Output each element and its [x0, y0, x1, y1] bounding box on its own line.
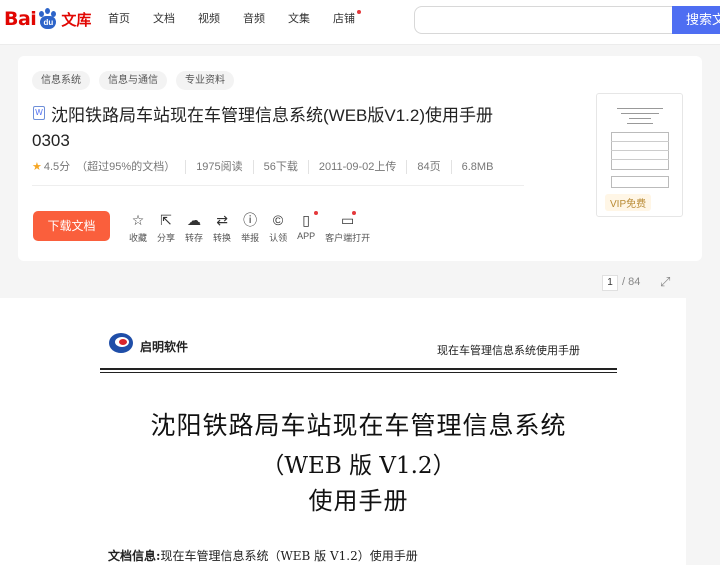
fullscreen-icon[interactable]: ⤢ — [660, 274, 670, 290]
convert-icon: ⇄ — [216, 212, 228, 228]
logo-text-du: du — [40, 16, 57, 29]
company-logo-icon — [109, 333, 133, 353]
search-input[interactable] — [414, 6, 672, 34]
nav-item-home[interactable]: 首页 — [108, 12, 130, 26]
paw-icon: du — [37, 8, 59, 30]
action-label: 分享 — [157, 233, 176, 243]
document-heading-line3: 使用手册 — [308, 487, 409, 515]
page-margin — [686, 298, 720, 565]
nav-item-audio[interactable]: 音频 — [243, 12, 265, 26]
favorite-button[interactable]: ☆ 收藏 — [129, 212, 147, 244]
rating-value: 4.5分 — [43, 161, 71, 173]
copyright-icon: © — [272, 212, 284, 228]
share-icon: ⇱ — [160, 212, 172, 228]
document-heading-line1: 沈阳铁路局车站现在车管理信息系统 — [150, 411, 567, 440]
action-label: 举报 — [241, 233, 260, 243]
page-header-title: 现在车管理信息系统使用手册 — [437, 344, 580, 357]
logo-text-wenku: 文库 — [61, 10, 92, 29]
page-count: 84页 — [406, 160, 450, 174]
document-thumbnail[interactable]: VIP免费 — [596, 93, 683, 217]
document-info-card: 信息系统 信息与通信 专业资料 W 沈阳铁路局车站现在车管理信息系统(WEB版V… — [18, 56, 702, 261]
top-navigation-bar: Bai du 文库 首页 文档 视频 音频 文集 店铺 搜索文 — [0, 0, 720, 45]
tag[interactable]: 专业资料 — [176, 71, 234, 90]
nav-item-collections[interactable]: 文集 — [288, 12, 310, 26]
file-size: 6.8MB — [450, 160, 504, 174]
report-button[interactable]: ⓘ 举报 — [241, 212, 259, 244]
save-to-cloud-button[interactable]: ☁ 转存 — [185, 212, 203, 244]
convert-button[interactable]: ⇄ 转换 — [213, 212, 231, 244]
read-count: 1975阅读 — [185, 160, 252, 174]
star-outline-icon: ☆ — [131, 212, 145, 228]
header-rule — [100, 372, 617, 373]
action-label: 转换 — [213, 233, 232, 243]
document-title: 沈阳铁路局车站现在车管理信息系统(WEB版V1.2)使用手册0303 — [32, 106, 494, 150]
logo-text-bai: Bai — [4, 8, 37, 30]
nav-item-documents[interactable]: 文档 — [153, 12, 175, 26]
download-count: 56下载 — [252, 160, 308, 174]
notification-dot — [357, 10, 361, 14]
upload-date: 2011-09-02上传 — [307, 160, 406, 174]
phone-icon: ▯ — [302, 212, 310, 228]
cloud-save-icon: ☁ — [187, 212, 202, 228]
rating-note: （超过95%的文档） — [76, 161, 176, 173]
action-label: 认领 — [269, 233, 288, 243]
category-tags: 信息系统 信息与通信 专业资料 — [32, 71, 243, 90]
current-page-input[interactable]: 1 — [602, 275, 618, 291]
action-label: 客户端打开 — [325, 233, 371, 243]
nav-item-store-label: 店铺 — [333, 13, 355, 25]
share-button[interactable]: ⇱ 分享 — [157, 212, 175, 244]
header-rule — [100, 368, 617, 370]
rating: ★ 4.5分 （超过95%的文档） — [32, 160, 185, 174]
notification-dot — [352, 211, 357, 215]
document-info-line: 文档信息:现在车管理信息系统（WEB 版 V1.2）使用手册 — [108, 547, 418, 564]
notification-dot — [314, 211, 319, 215]
action-label: 收藏 — [129, 233, 148, 243]
company-name: 启明软件 — [140, 340, 189, 354]
document-meta: ★ 4.5分 （超过95%的文档） 1975阅读 56下载 2011-09-02上传… — [32, 160, 503, 174]
tag[interactable]: 信息系统 — [32, 71, 90, 90]
doc-info-value: 现在车管理信息系统（WEB 版 V1.2）使用手册 — [160, 549, 418, 563]
baidu-wenku-logo[interactable]: Bai du 文库 — [4, 4, 91, 34]
open-in-client-button[interactable]: ▭ 客户端打开 — [325, 211, 371, 244]
vip-free-badge: VIP免费 — [605, 194, 652, 211]
doc-info-label: 文档信息: — [108, 549, 161, 563]
total-pages: / 84 — [622, 276, 641, 288]
app-button[interactable]: ▯ APP — [297, 211, 319, 244]
action-bar: ☆ 收藏 ⇱ 分享 ☁ 转存 ⇄ 转换 ⓘ 举报 © 认领 ▯ APP ▭ 客户端打开 — [129, 211, 380, 244]
divider — [32, 185, 524, 186]
main-nav: 首页 文档 视频 音频 文集 店铺 — [108, 10, 378, 26]
nav-item-store[interactable]: 店铺 — [333, 10, 361, 26]
report-icon: ⓘ — [243, 212, 258, 228]
claim-button[interactable]: © 认领 — [269, 212, 287, 244]
document-heading-line2: （WEB 版 V1.2） — [261, 453, 456, 479]
nav-item-videos[interactable]: 视频 — [198, 12, 220, 26]
tag[interactable]: 信息与通信 — [99, 71, 167, 90]
action-label: 转存 — [185, 233, 204, 243]
search-button[interactable]: 搜索文 — [672, 6, 720, 34]
star-icon: ★ — [32, 161, 42, 173]
action-label: APP — [297, 231, 316, 241]
download-button[interactable]: 下载文档 — [33, 211, 110, 241]
